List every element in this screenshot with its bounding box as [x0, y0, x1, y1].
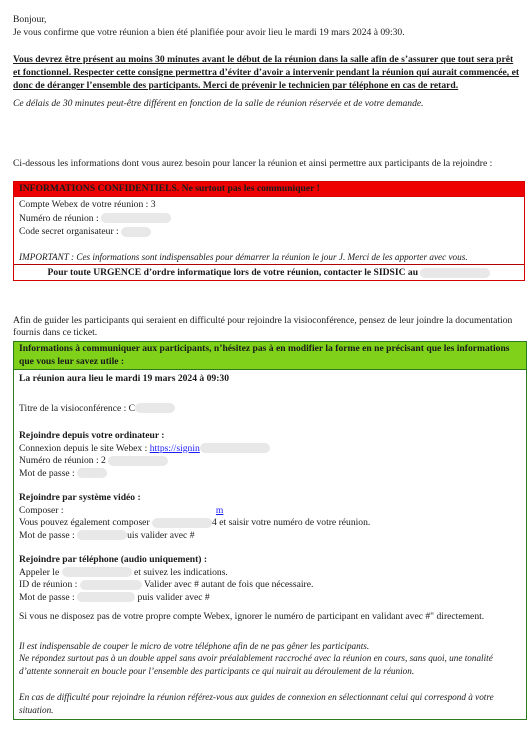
computer-meeting-number-row: Numéro de réunion : 2 — [19, 455, 521, 468]
phone-password-rest: puis valider avec # — [137, 591, 210, 603]
confirmation-line: Je vous confirme que votre réunion a bie… — [13, 26, 405, 38]
redacted-host-code — [121, 226, 152, 237]
meeting-number-label: Numéro de réunion : — [19, 212, 99, 224]
video-alt-rest: 4 et saisir votre numéro de votre réunio… — [212, 517, 371, 528]
conference-title-label: Titre de la visioconférence : C — [19, 402, 136, 414]
mute-note: Il est indispensable de couper le micro … — [19, 640, 370, 651]
phone-id-rest: Valider avec # autant de fois que nécess… — [144, 579, 314, 590]
computer-password-row: Mot de passe : — [19, 468, 521, 481]
host-code-label: Code secret organisateur : — [19, 226, 119, 237]
important-note: IMPORTANT : Ces informations sont indisp… — [19, 251, 468, 262]
computer-meeting-number-label: Numéro de réunion : 2 — [19, 455, 106, 466]
confidential-header: INFORMATIONS CONFIDENTIELS. Ne surtout p… — [14, 182, 524, 197]
urgent-text: Pour toute URGENCE d’ordre informatique … — [47, 267, 419, 278]
video-password-row: Mot de passe : uis valider avec # — [19, 530, 521, 543]
video-dial-end: m — [215, 504, 224, 516]
redacted-phone-id — [79, 579, 142, 590]
computer-section-title: Rejoindre depuis votre ordinateur : — [19, 430, 165, 441]
participants-body: La réunion aura lieu le mardi 19 mars 20… — [14, 370, 526, 719]
webex-link-row: Connexion depuis le site Webex : https:/… — [19, 443, 521, 456]
webex-account: Compte Webex de votre réunion : 3 — [19, 199, 156, 210]
redacted-video-password — [77, 530, 128, 541]
phone-id-row: ID de réunion : Valider avec # autant de… — [19, 579, 521, 592]
computer-password-label: Mot de passe : — [19, 467, 75, 479]
delay-note: Ce délais de 30 minutes peut-être différ… — [13, 98, 424, 109]
redacted-phone-number — [61, 567, 132, 578]
phone-call-row: Appeler le et suivez les indications. — [19, 567, 521, 580]
redacted-link — [199, 443, 270, 454]
phone-id-label: ID de réunion : — [19, 579, 78, 590]
no-account-note: Si vous ne disposez pas de votre propre … — [19, 611, 485, 622]
phone-password-row: Mot de passe : puis valider avec # — [19, 592, 521, 605]
redacted-title — [135, 403, 176, 414]
greeting: Bonjour, — [13, 14, 47, 25]
video-alt-label: Vous pouvez également composer — [19, 517, 150, 528]
phone-section-title: Rejoindre par téléphone (audio uniquemen… — [19, 554, 208, 565]
video-dial-row: Composer : m — [19, 505, 521, 518]
video-dial-link[interactable] — [66, 506, 216, 515]
meeting-date: La réunion aura lieu le mardi 19 mars 20… — [19, 373, 229, 384]
video-password-rest: uis valider avec # — [127, 529, 195, 541]
email-intro: Bonjour, Je vous confirme que votre réun… — [13, 14, 523, 111]
phone-call-label: Appeler le — [19, 566, 60, 578]
host-code-row: Code secret organisateur : — [14, 225, 524, 239]
conference-title-row: Titre de la visioconférence : C — [19, 403, 521, 416]
help-note: En cas de difficulté pour rejoindre la r… — [19, 692, 494, 715]
guide-text: Afin de guider les participants qui sera… — [13, 315, 513, 338]
video-alt-row: Vous pouvez également composer 4 et sais… — [19, 517, 521, 530]
participants-box: Informations à communiquer aux participa… — [13, 341, 527, 720]
participants-header: Informations à communiquer aux participa… — [14, 342, 526, 370]
phone-call-rest: et suivez les indications. — [134, 566, 228, 578]
redacted-computer-number — [108, 455, 169, 466]
video-section-title: Rejoindre par système vidéo : — [19, 492, 141, 503]
urgent-contact: Pour toute URGENCE d’ordre informatique … — [14, 264, 524, 280]
webex-signin-link[interactable]: https://signin — [150, 443, 200, 454]
video-dial-label: Composer : — [19, 504, 64, 516]
meeting-number-row: Numéro de réunion : — [14, 212, 524, 226]
arrival-warning: Vous devrez être présent au moins 30 min… — [13, 54, 520, 91]
info-line: Ci-dessous les informations dont vous au… — [13, 158, 493, 169]
redacted-phone — [420, 267, 491, 278]
redacted-phone-password — [77, 592, 136, 603]
video-password-label: Mot de passe : — [19, 529, 75, 541]
confidential-box: INFORMATIONS CONFIDENTIELS. Ne surtout p… — [13, 181, 525, 281]
redacted-video-number — [152, 517, 213, 528]
redacted-meeting-number — [101, 213, 172, 224]
redacted-computer-password — [77, 468, 108, 479]
double-call-note: Ne répondez surtout pas à un double appe… — [19, 653, 493, 676]
phone-password-label: Mot de passe : — [19, 591, 75, 603]
webex-link-label: Connexion depuis le site Webex : — [19, 442, 148, 454]
